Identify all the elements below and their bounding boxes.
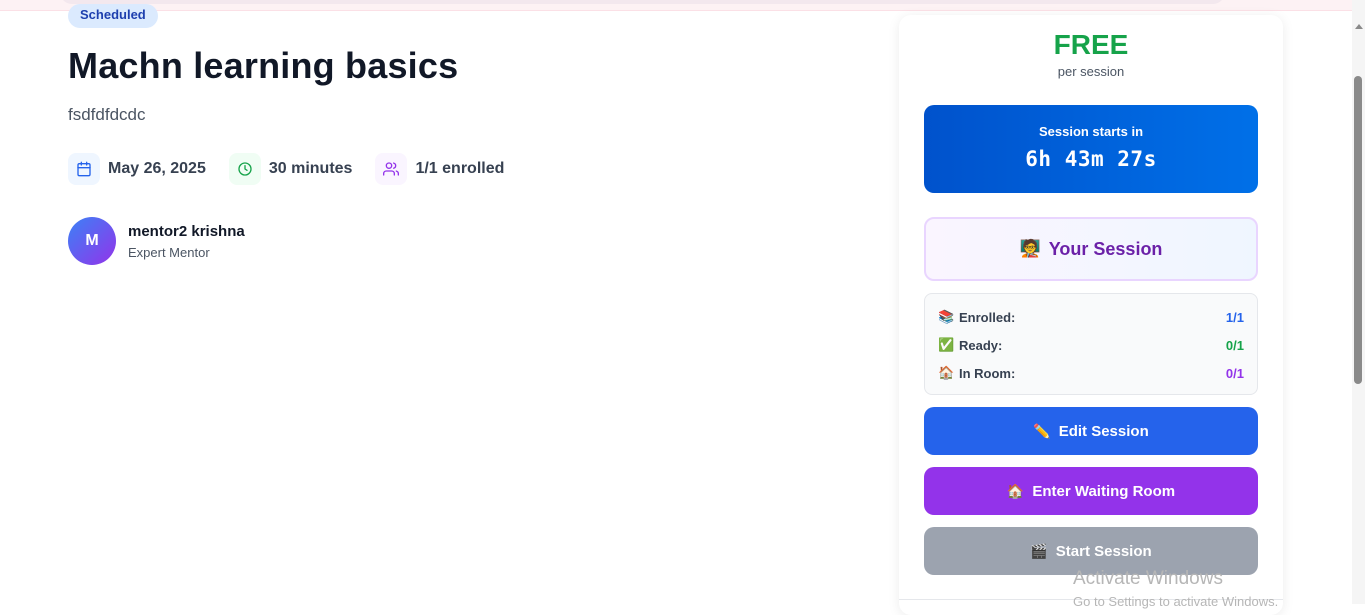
session-description: fsdfdfdcdc: [68, 105, 146, 124]
enter-waiting-room-button[interactable]: 🏠 Enter Waiting Room: [924, 467, 1258, 515]
enter-waiting-room-label: Enter Waiting Room: [1032, 482, 1176, 500]
pencil-icon: ✏️: [1033, 422, 1051, 439]
books-icon: 📚: [938, 309, 955, 324]
meta-date: May 26, 2025: [68, 153, 206, 185]
edit-session-label: Edit Session: [1058, 422, 1149, 440]
meta-date-text: May 26, 2025: [108, 160, 206, 177]
stat-enrolled: 📚 Enrolled: 1/1: [938, 303, 1244, 331]
stat-value: 1/1: [1225, 309, 1244, 325]
stat-label: In Room:: [959, 365, 1016, 381]
clapperboard-icon: 🎬: [1030, 542, 1048, 559]
calendar-icon: [68, 153, 100, 185]
start-session-button[interactable]: 🎬 Start Session: [924, 527, 1258, 575]
mentor-info: M mentor2 krishna Expert Mentor: [68, 217, 245, 265]
edit-session-button[interactable]: ✏️ Edit Session: [924, 407, 1258, 455]
price-subtitle: per session: [1057, 64, 1125, 79]
stat-ready: ✅ Ready: 0/1: [938, 331, 1244, 359]
countdown-panel: Session starts in 6h 43m 27s: [924, 105, 1258, 193]
mentor-name: mentor2 krishna: [128, 222, 245, 240]
countdown-label: Session starts in: [1038, 124, 1144, 139]
clock-icon: [228, 153, 261, 185]
scroll-up-arrow-icon[interactable]: [1355, 24, 1363, 29]
meta-enrolled: 1/1 enrolled: [375, 153, 504, 185]
stat-label: Enrolled:: [959, 309, 1016, 325]
users-icon: [375, 153, 408, 185]
scroll-thumb[interactable]: [1354, 76, 1362, 384]
countdown-timer: 6h 43m 27s: [1025, 147, 1157, 171]
your-session-label: Your Session: [1048, 238, 1163, 259]
meta-duration: 30 minutes: [228, 153, 353, 185]
avatar: M: [68, 217, 116, 265]
mentor-role: Expert Mentor: [128, 244, 210, 260]
stat-label: Ready:: [959, 337, 1003, 353]
meta-enrolled-text: 1/1 enrolled: [415, 160, 505, 177]
teacher-icon: 🧑‍🏫: [1019, 239, 1041, 258]
session-sidebar-card: FREE per session Session starts in 6h 43…: [899, 15, 1283, 615]
meta-duration-text: 30 minutes: [268, 160, 353, 177]
your-session-banner: 🧑‍🏫 Your Session: [924, 217, 1258, 281]
stat-value: 0/1: [1225, 365, 1244, 381]
top-banner-strip: [0, 0, 1365, 11]
session-meta: May 26, 2025 30 minutes 1/1 enrolled: [68, 153, 527, 185]
status-badge: Scheduled: [68, 4, 158, 28]
top-banner-edge: [60, 0, 1225, 4]
stat-in-room: 🏠 In Room: 0/1: [938, 359, 1244, 387]
session-stats: 📚 Enrolled: 1/1 ✅ Ready: 0/1 🏠 In Room: 0/1: [924, 293, 1258, 395]
page-scrollbar[interactable]: [1352, 0, 1365, 604]
price-label: FREE: [1053, 29, 1129, 60]
card-divider: [899, 599, 1283, 600]
house-icon: 🏠: [938, 365, 955, 380]
mentor-details: mentor2 krishna Expert Mentor: [128, 223, 245, 260]
house-icon: 🏠: [1006, 482, 1025, 499]
stat-value: 0/1: [1225, 337, 1244, 353]
start-session-label: Start Session: [1055, 542, 1152, 560]
page-title: Machn learning basics: [68, 45, 459, 86]
check-icon: ✅: [938, 337, 955, 352]
